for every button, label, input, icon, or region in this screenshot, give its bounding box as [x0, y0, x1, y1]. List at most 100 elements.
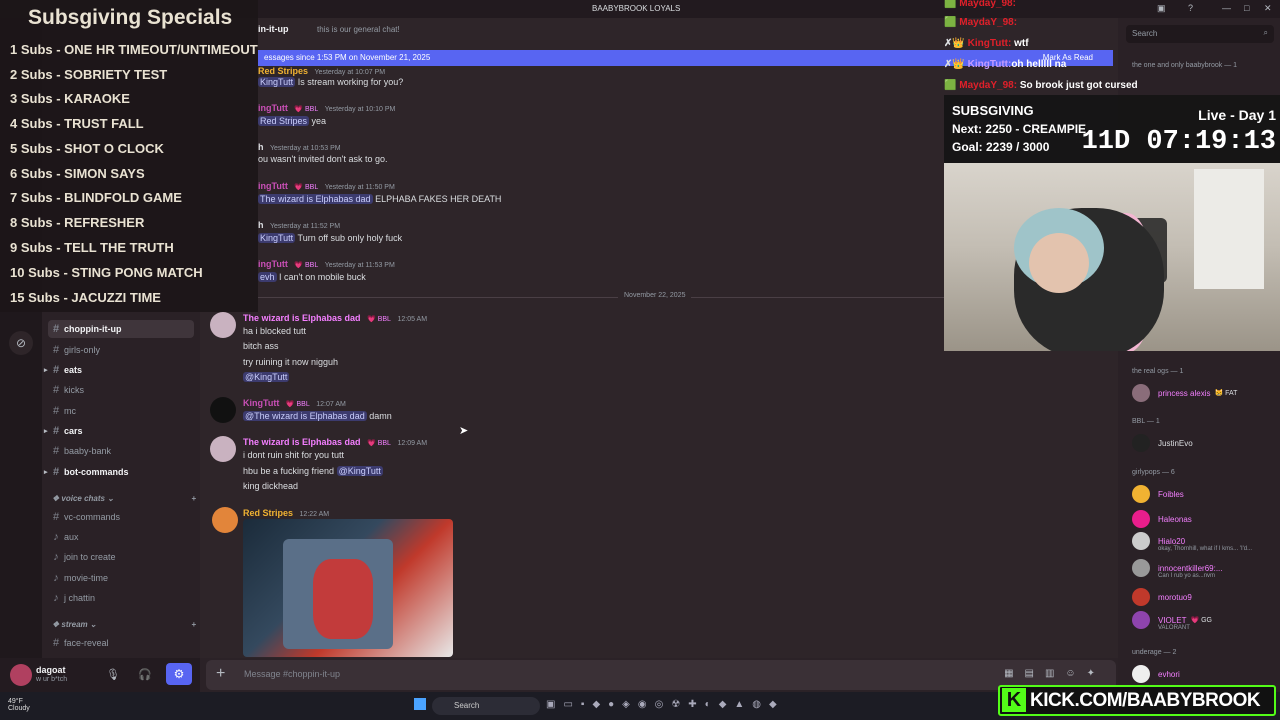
message-text: king dickhead — [243, 481, 299, 491]
channel-mc[interactable]: # mc — [48, 402, 194, 420]
member-row[interactable]: Foibles — [1132, 485, 1184, 503]
member-name: Hialo20 — [1158, 536, 1186, 546]
message-text: i dont ruin shit for you tutt — [243, 450, 345, 460]
message-content: @The wizard is Elphabas dad damn — [243, 411, 392, 421]
member-name: Haleonas — [1158, 514, 1192, 524]
close-button[interactable]: ✕ — [1264, 3, 1272, 14]
category-label: voice chats — [61, 494, 105, 503]
mention[interactable]: The wizard is Elphabas dad — [258, 194, 373, 204]
inbox-icon[interactable]: ▣ — [1157, 3, 1166, 14]
category-voice-chats[interactable]: ❖ voice chats ⌄ + — [52, 494, 196, 503]
add-channel-icon[interactable]: + — [191, 620, 196, 629]
message-author[interactable]: ingTutt — [258, 259, 288, 269]
hash-icon: # — [52, 425, 60, 437]
windows-start-icon[interactable] — [414, 698, 426, 710]
new-messages-text: essages since 1:53 PM on November 21, 20… — [264, 53, 431, 62]
channel-baaby-bank[interactable]: # baaby-bank — [48, 442, 194, 460]
taskbar-app-icons[interactable]: ▣▭▪◆●◈◉◎☢✚◐◆▲◍◆ — [546, 699, 785, 710]
member-name: princess alexis — [1158, 388, 1211, 398]
channel-bot-commands[interactable]: ▸ # bot-commands — [44, 463, 194, 481]
member-row[interactable]: princess alexis 😸 FAT — [1132, 384, 1237, 402]
avatar[interactable] — [212, 507, 238, 533]
user-name[interactable]: dagoat — [36, 665, 66, 675]
composer-tools-icons[interactable]: ▦▤▥☺✦ — [1004, 668, 1106, 679]
channel-j-chattin[interactable]: ♪ j chattin — [48, 589, 194, 607]
mention[interactable]: evh — [258, 272, 277, 282]
channel-cars[interactable]: ▸ # cars — [44, 422, 194, 440]
message-timestamp: Yesterday at 11:52 PM — [270, 223, 341, 230]
message-author[interactable]: The wizard is Elphabas dad — [243, 313, 361, 323]
channel-label: cars — [64, 426, 83, 436]
minimize-button[interactable]: — — [1222, 3, 1231, 13]
kick-chat-user: MaydaY_98: — [959, 17, 1018, 28]
channel-movie-time[interactable]: ♪ movie-time — [48, 569, 194, 587]
message-author[interactable]: ingTutt — [258, 181, 288, 191]
message-author[interactable]: h — [258, 220, 264, 230]
message-badge: 💗 BBL — [367, 440, 391, 447]
mention[interactable]: Red Stripes — [258, 116, 310, 126]
channel-kicks[interactable]: # kicks — [48, 381, 194, 399]
message-composer[interactable]: + Message #⁣choppin-it-up ▦▤▥☺✦ — [206, 660, 1116, 690]
help-icon[interactable]: ? — [1188, 3, 1193, 13]
taskbar-search[interactable]: Search — [432, 697, 540, 715]
sub-goal-title: SUBSGIVING — [952, 103, 1034, 118]
avatar[interactable] — [10, 664, 32, 686]
member-row[interactable]: morotuo9 — [1132, 588, 1192, 606]
microphone-icon[interactable]: 🎙 — [106, 668, 120, 681]
channel-vc-commands[interactable]: # vc-commands — [48, 508, 194, 526]
message-content: evh I can't on mobile buck — [258, 272, 366, 282]
search-input[interactable]: Search ⌕ — [1126, 25, 1274, 43]
mention[interactable]: KingTutt — [258, 77, 296, 87]
message-timestamp: Yesterday at 10:07 PM — [314, 69, 386, 76]
message-author[interactable]: Red Stripes — [243, 508, 293, 518]
channel-face-reveal[interactable]: # face-reveal — [48, 634, 194, 652]
sub-goal-next: Next: 2250 - CREAMPIE — [952, 122, 1087, 136]
message-content: The wizard is Elphabas dad ELPHABA FAKES… — [258, 194, 501, 204]
channel-aux[interactable]: ♪ aux — [48, 528, 194, 546]
attach-plus-icon[interactable]: + — [216, 665, 225, 683]
kick-badge-icon: ✗👑 — [944, 59, 965, 70]
message-badge: 💗 BBL — [294, 106, 319, 113]
avatar[interactable] — [210, 312, 236, 338]
channel-choppin-it-up[interactable]: # ⁣choppin-it-up — [48, 320, 194, 338]
settings-gear-icon[interactable]: ⚙ — [166, 663, 192, 685]
weather-desc: Cloudy — [8, 705, 30, 712]
message-author[interactable]: KingTutt — [243, 398, 279, 408]
specials-item: 2 Subs - SOBRIETY TEST — [10, 67, 168, 82]
channel-eats[interactable]: ▸ # eats — [44, 361, 194, 379]
channel-girls-only[interactable]: # girls-only — [48, 341, 194, 359]
explore-icon[interactable]: ⊘ — [9, 331, 33, 355]
sparkle-icon: ❖ — [52, 494, 60, 503]
add-channel-icon[interactable]: + — [191, 494, 196, 503]
kick-url-banner: K KICK.COM/BAABYBROOK — [998, 685, 1276, 716]
message-author[interactable]: Red Stripes — [258, 66, 308, 76]
message-badge: 💗 BBL — [294, 184, 319, 191]
category-stream[interactable]: ❖ stream ⌄ + — [52, 620, 196, 629]
message-image-attachment[interactable] — [243, 519, 453, 657]
unread-arrow-icon: ▸ — [44, 367, 48, 374]
hash-icon: # — [52, 405, 60, 417]
message-author[interactable]: The wizard is Elphabas dad — [243, 437, 361, 447]
headphones-icon[interactable]: 🎧 — [138, 668, 152, 681]
message-timestamp: Yesterday at 10:10 PM — [324, 106, 396, 113]
message-author[interactable]: h — [258, 142, 264, 152]
mention[interactable]: @The wizard is Elphabas dad — [243, 411, 367, 421]
member-row[interactable]: Haleonas — [1132, 510, 1192, 528]
avatar[interactable] — [210, 397, 236, 423]
live-day-label: Live - Day 1 — [1198, 107, 1276, 123]
mention[interactable]: KingTutt — [258, 233, 296, 243]
channel-join-to-create[interactable]: ♪ join to create — [48, 548, 194, 566]
hash-icon: # — [52, 364, 60, 376]
avatar[interactable] — [210, 436, 236, 462]
mention[interactable]: @KingTutt — [336, 466, 383, 476]
specials-item: 8 Subs - REFRESHER — [10, 215, 145, 230]
weather-widget[interactable]: 49°F Cloudy — [8, 698, 30, 712]
specials-item: 10 Subs - STING PONG MATCH — [10, 265, 203, 280]
message-header: The wizard is Elphabas dad 💗 BBL 12:09 A… — [243, 437, 427, 447]
maximize-button[interactable]: □ — [1244, 3, 1249, 13]
member-row[interactable]: evhori — [1132, 665, 1180, 683]
mention[interactable]: @KingTutt — [243, 372, 290, 382]
member-group-title: the one and only baabybrook — 1 — [1132, 62, 1238, 69]
member-row[interactable]: JustinEvo — [1132, 434, 1193, 452]
message-author[interactable]: ingTutt — [258, 103, 288, 113]
